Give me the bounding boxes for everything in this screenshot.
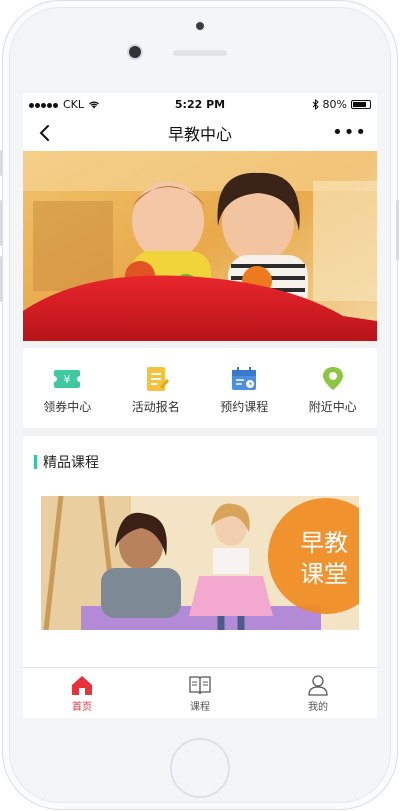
tab-courses[interactable]: 课程 <box>141 668 259 718</box>
section-title: 精品课程 <box>43 455 99 471</box>
quick-actions: ¥ 领券中心 活动报名 预约课程 附近中心 <box>23 348 377 428</box>
svg-text:¥: ¥ <box>64 373 71 386</box>
quick-item-label: 附近中心 <box>308 400 357 414</box>
section-header: 精品课程 <box>23 436 377 472</box>
tab-profile[interactable]: 我的 <box>259 668 377 718</box>
coupon-icon: ¥ <box>52 370 83 388</box>
app-screen: CKL 5:22 PM 80% 早教中心 ••• ¥ 领券中心 活动报名 预约课… <box>23 93 377 718</box>
proximity-sensor <box>196 22 204 30</box>
course-card-title-line1: 早教 <box>300 529 348 557</box>
book-icon <box>189 676 211 695</box>
home-button[interactable] <box>170 738 230 798</box>
course-card[interactable]: 早教 课堂 <box>41 496 359 630</box>
status-time: 5:22 PM <box>174 97 226 111</box>
page-title: 早教中心 <box>167 125 232 144</box>
tab-label: 课程 <box>190 702 210 713</box>
quick-item-booking[interactable]: 预约课程 <box>200 348 289 428</box>
signup-icon <box>146 367 169 391</box>
tab-home[interactable]: 首页 <box>23 668 141 718</box>
quick-item-coupons[interactable]: ¥ 领券中心 <box>23 348 112 428</box>
front-camera <box>129 46 141 58</box>
more-menu-icon[interactable]: ••• <box>332 123 367 143</box>
tab-label: 首页 <box>72 702 92 713</box>
battery-icon <box>351 99 371 109</box>
calendar-icon <box>232 367 257 390</box>
back-arrow-icon[interactable] <box>35 123 55 143</box>
section-accent-bar <box>34 455 37 469</box>
tab-bar: 首页 课程 我的 <box>23 667 377 718</box>
user-icon <box>308 675 328 696</box>
quick-item-label: 领券中心 <box>43 400 92 414</box>
tab-label: 我的 <box>308 702 328 713</box>
volume-down-button <box>0 256 3 302</box>
status-bar: CKL 5:22 PM 80% <box>23 93 377 115</box>
quick-item-label: 活动报名 <box>131 400 180 414</box>
featured-courses: 精品课程 早教 课堂 <box>23 436 377 676</box>
banner-kids-photo <box>23 151 377 341</box>
home-icon <box>72 676 92 695</box>
quick-item-signup[interactable]: 活动报名 <box>112 348 201 428</box>
course-card-photo: 早教 课堂 <box>41 496 359 630</box>
hero-banner[interactable] <box>23 151 377 341</box>
power-button <box>396 200 399 260</box>
mute-switch <box>0 150 3 176</box>
nav-bar: 早教中心 ••• <box>23 115 377 151</box>
course-card-title-line2: 课堂 <box>300 560 348 588</box>
location-pin-icon <box>322 367 343 390</box>
quick-item-nearby[interactable]: 附近中心 <box>289 348 378 428</box>
volume-up-button <box>0 200 3 246</box>
earpiece-speaker <box>173 50 227 56</box>
quick-item-label: 预约课程 <box>220 400 269 414</box>
